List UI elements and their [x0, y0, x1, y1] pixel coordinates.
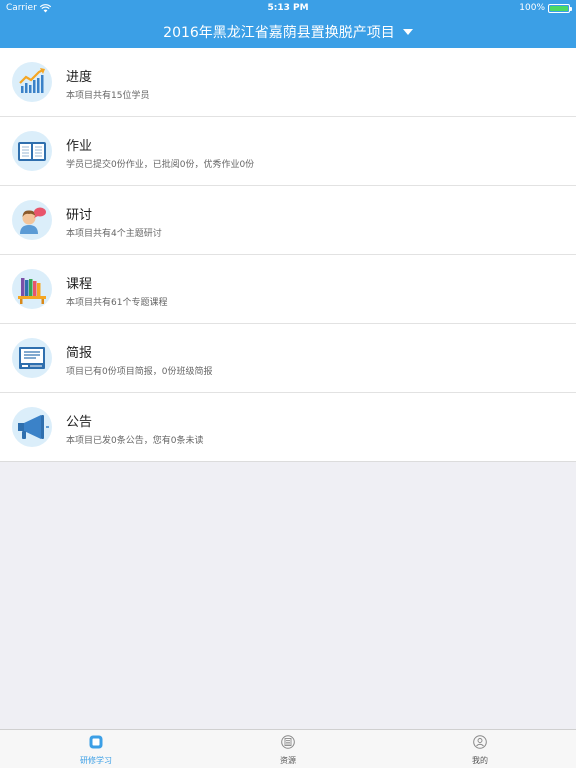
newsletter-icon	[12, 338, 52, 378]
item-title: 作业	[66, 139, 93, 154]
item-subtitle: 本项目共有61个专题课程	[66, 298, 168, 308]
tab-study[interactable]: 研修学习	[46, 730, 146, 768]
status-bar: Carrier 5:13 PM 100%	[0, 0, 576, 16]
study-icon	[89, 735, 103, 749]
profile-icon	[473, 735, 487, 749]
bookshelf-icon	[12, 269, 52, 309]
battery-icon	[548, 3, 572, 13]
caret-down-icon	[402, 29, 413, 35]
discussion-icon	[12, 200, 52, 240]
book-icon	[12, 131, 52, 171]
tab-bar: 研修学习 资源 我的	[0, 729, 576, 768]
item-subtitle: 本项目共有15位学员	[66, 91, 150, 101]
project-selector[interactable]: 2016年黑龙江省嘉荫县置换脱产项目	[0, 20, 576, 44]
status-time: 5:13 PM	[267, 3, 309, 13]
battery-percent: 100%	[519, 3, 545, 13]
tab-label: 我的	[472, 756, 488, 765]
megaphone-icon	[12, 407, 52, 447]
tab-label: 资源	[280, 756, 296, 765]
item-title: 进度	[66, 70, 93, 85]
list-item-discussion[interactable]: 研讨 本项目共有4个主题研讨	[0, 186, 576, 255]
header-bar: Carrier 5:13 PM 100% 2016年黑龙江省嘉荫县置换脱产项目	[0, 0, 576, 48]
list-item-announcement[interactable]: 公告 本项目已发0条公告，您有0条未读	[0, 393, 576, 461]
item-title: 课程	[66, 277, 93, 292]
chart-icon	[12, 62, 52, 102]
item-title: 研讨	[66, 208, 93, 223]
tab-profile[interactable]: 我的	[430, 730, 530, 768]
item-subtitle: 学员已提交0份作业，已批阅0份，优秀作业0份	[66, 160, 255, 170]
item-subtitle: 项目已有0份项目简报，0份班级简报	[66, 367, 213, 377]
tab-resources[interactable]: 资源	[238, 730, 338, 768]
item-title: 公告	[66, 415, 93, 430]
list-item-progress[interactable]: 进度 本项目共有15位学员	[0, 48, 576, 117]
battery-status: 100%	[519, 3, 572, 13]
list-item-homework[interactable]: 作业 学员已提交0份作业，已批阅0份，优秀作业0份	[0, 117, 576, 186]
item-title: 简报	[66, 346, 93, 361]
page-title: 2016年黑龙江省嘉荫县置换脱产项目	[163, 25, 395, 41]
item-subtitle: 本项目共有4个主题研讨	[66, 229, 162, 239]
resources-icon	[281, 735, 295, 749]
feature-list: 进度 本项目共有15位学员 作业 学员已提交0份作业，已批阅0份，优秀作业0份	[0, 48, 576, 462]
item-subtitle: 本项目已发0条公告，您有0条未读	[66, 436, 204, 446]
list-item-briefing[interactable]: 简报 项目已有0份项目简报，0份班级简报	[0, 324, 576, 393]
list-item-courses[interactable]: 课程 本项目共有61个专题课程	[0, 255, 576, 324]
tab-label: 研修学习	[80, 756, 112, 765]
